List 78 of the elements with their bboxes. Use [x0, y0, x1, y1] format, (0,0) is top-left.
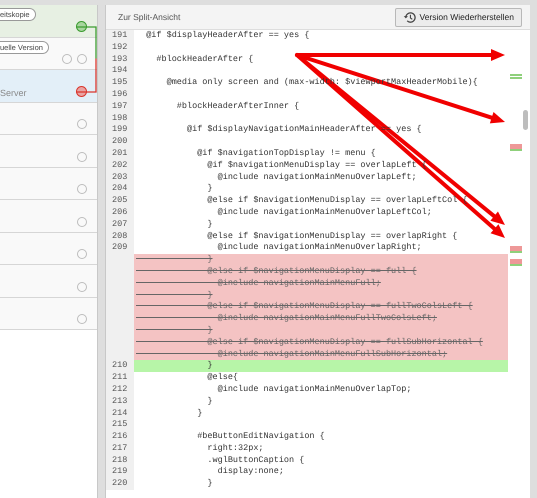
line-number: 209	[106, 242, 134, 254]
line-number: 204	[106, 183, 134, 196]
line-number: 201	[106, 148, 134, 160]
line-number: 205	[106, 195, 134, 207]
line-number: 218	[106, 454, 134, 466]
code-line: @if $displayNavigationMainHeaderAfter == yes {	[186, 124, 422, 134]
line-number: 217	[106, 442, 134, 455]
status-ring[interactable]	[77, 314, 87, 324]
status-dot[interactable]	[76, 86, 87, 96]
connector-line	[76, 26, 98, 93]
line-number: 214	[106, 408, 134, 420]
version-label: Server	[0, 88, 27, 98]
code-line: .wglButtonCaption {	[206, 454, 304, 465]
scrollbar-thumb[interactable]	[523, 110, 528, 130]
change-marker[interactable]	[510, 259, 522, 266]
code-line: right:32px;	[206, 442, 264, 453]
code-line: #beButtonEditNavigation {	[196, 431, 325, 442]
version-row[interactable]	[0, 265, 97, 298]
code-line: }	[206, 396, 213, 406]
line-number: 215	[106, 419, 134, 432]
line-number: 212	[106, 384, 134, 396]
status-ring[interactable]	[77, 282, 87, 292]
code-line: @include navigationMainMenuFullSubHorizontal;	[216, 348, 448, 359]
line-number: 197	[106, 100, 134, 113]
status-ring[interactable]	[77, 216, 87, 226]
code-line: @include navigationMainMenuOverlapLeftCol;	[216, 206, 432, 217]
code-line: @include navigationMainMenuOverlapTop;	[216, 384, 412, 394]
status-ring[interactable]	[77, 184, 87, 194]
line-number: 208	[106, 230, 134, 242]
line-number: 220	[106, 478, 134, 490]
line-number: 219	[106, 466, 134, 478]
version-row[interactable]	[0, 135, 97, 168]
code-line: @if $navigationTopDisplay != menu {	[196, 148, 376, 158]
version-row[interactable]	[0, 102, 97, 135]
code-line: @include navigationMainMenuFullTwoColsLeft;	[216, 313, 437, 324]
line-number: 211	[106, 372, 134, 384]
line-number: 216	[106, 431, 134, 443]
line-number: 198	[106, 112, 134, 124]
code-line: @else{	[206, 372, 238, 382]
line-number: 194	[106, 65, 134, 78]
line-number: 207	[106, 218, 134, 231]
line-number: 193	[106, 54, 134, 66]
code-line: }	[206, 478, 213, 488]
line-number: 192	[106, 42, 134, 54]
status-ring[interactable]	[77, 249, 87, 259]
code-line: }	[206, 218, 213, 229]
code-line: }	[196, 408, 202, 418]
line-number: 191	[106, 30, 134, 42]
code-line: @include navigationMainMenuOverlapRight;	[216, 242, 422, 252]
version-row[interactable]	[0, 200, 97, 232]
line-number: 203	[106, 172, 134, 184]
line-number: 199	[106, 124, 134, 136]
change-marker[interactable]	[510, 246, 522, 253]
status-ring[interactable]	[77, 152, 87, 162]
restore-version-button[interactable]: Version Wiederherstellen	[394, 8, 522, 26]
code-line: @if $displayHeaderAfter == yes {	[145, 30, 310, 40]
line-number: 202	[106, 160, 134, 172]
change-marker[interactable]	[510, 74, 522, 79]
change-marker[interactable]	[510, 144, 522, 151]
line-number: 196	[106, 88, 134, 101]
line-number: 206	[106, 206, 134, 219]
status-ring[interactable]	[77, 119, 87, 129]
line-number: 195	[106, 77, 134, 89]
code-line: display:none;	[216, 466, 284, 476]
line-number: 200	[106, 136, 134, 148]
version-row[interactable]	[0, 298, 97, 330]
code-line: @include navigationMainMenuFull;	[216, 278, 381, 288]
version-row[interactable]	[0, 168, 97, 200]
code-line: @else if $navigationMenuDisplay == overlapRight {	[206, 230, 458, 241]
split-view-link[interactable]: Zur Split-Ansicht	[118, 12, 180, 22]
code-line: #blockHeaderAfterInner {	[176, 100, 300, 111]
status-ring[interactable]	[76, 20, 87, 32]
history-icon	[402, 10, 416, 24]
code-line: #blockHeaderAfter {	[155, 54, 254, 64]
code-line: }	[206, 183, 213, 194]
version-row[interactable]	[0, 232, 97, 265]
code-line: @include navigationMainMenuOverlapLeft;	[216, 172, 417, 182]
line-number: 213	[106, 396, 134, 408]
